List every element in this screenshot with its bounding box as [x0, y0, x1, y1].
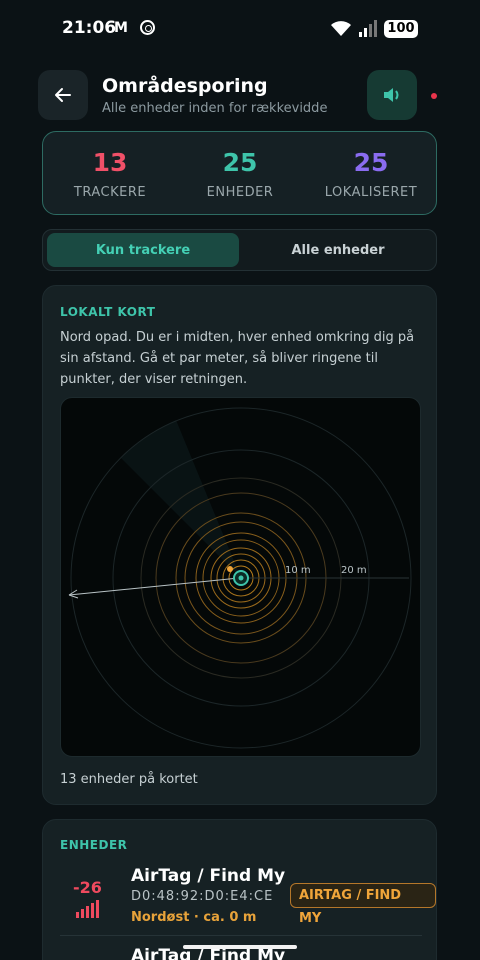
stat-trackers: 13 TRACKERE [44, 148, 176, 200]
devices-section-title: ENHEDER [60, 838, 128, 852]
direction-arrow [68, 577, 240, 596]
device-direction: Nordøst · ca. 0 m [131, 910, 257, 925]
device-name[interactable]: AirTag / Find My [131, 866, 285, 886]
local-map-card: LOKALT KORT Nord opad. Du er i midten, h… [42, 285, 437, 805]
map-description: Nord opad. Du er i midten, hver enhed om… [60, 330, 415, 387]
battery-icon: 100 [384, 20, 418, 38]
filter-all-devices[interactable]: Alle enheder [243, 233, 433, 267]
stat-value: 13 [92, 148, 128, 177]
radar-svg: 10 m 20 m [68, 407, 412, 749]
stat-devices: 25 ENHEDER [174, 148, 306, 200]
stat-label: LOKALISERET [324, 185, 418, 200]
filter-trackers-only[interactable]: Kun trackere [47, 233, 239, 267]
home-indicator[interactable] [183, 945, 297, 949]
stats-card: 13 TRACKERE 25 ENHEDER 25 LOKALISERET [42, 131, 437, 215]
ring-label-20m: 20 m [341, 565, 367, 576]
map-section-title: LOKALT KORT [60, 305, 156, 319]
wifi-icon [331, 21, 351, 36]
divider [60, 935, 422, 936]
signal-icon [359, 20, 377, 37]
device-dot[interactable] [227, 566, 233, 572]
status-bar: 21:06 M 100 [0, 18, 480, 44]
radar-map[interactable]: 10 m 20 m [60, 397, 421, 757]
gmail-icon: M [114, 20, 128, 36]
back-button[interactable] [38, 70, 88, 120]
stat-located: 25 LOKALISERET [305, 148, 437, 200]
status-time: 21:06 [62, 18, 117, 38]
arrow-left-icon [55, 88, 71, 102]
stat-value: 25 [353, 148, 389, 177]
ring-label-10m: 10 m [285, 565, 311, 576]
stat-label: ENHEDER [206, 185, 274, 200]
map-device-count: 13 enheder på kortet [60, 772, 198, 787]
recording-indicator [431, 93, 437, 99]
speaker-icon [384, 88, 399, 102]
devices-card: ENHEDER -26 AirTag / Find My D0:48:92:D0… [42, 819, 437, 960]
stat-label: TRACKERE [73, 185, 147, 200]
stat-value: 25 [222, 148, 258, 177]
sound-toggle-button[interactable] [367, 70, 417, 120]
signal-strength-icon [76, 900, 99, 918]
rssi-value: -26 [73, 878, 102, 897]
filter-toggle: Kun trackere Alle enheder [42, 229, 437, 271]
page-title: Områdesporing [102, 75, 268, 97]
page-subtitle: Alle enheder inden for rækkevidde [102, 101, 328, 116]
nfc-icon [140, 20, 155, 35]
user-location-center [238, 575, 244, 581]
device-mac: D0:48:92:D0:E4:CE [131, 889, 274, 904]
device-type-badge: AIRTAG / FIND MY [290, 883, 436, 926]
